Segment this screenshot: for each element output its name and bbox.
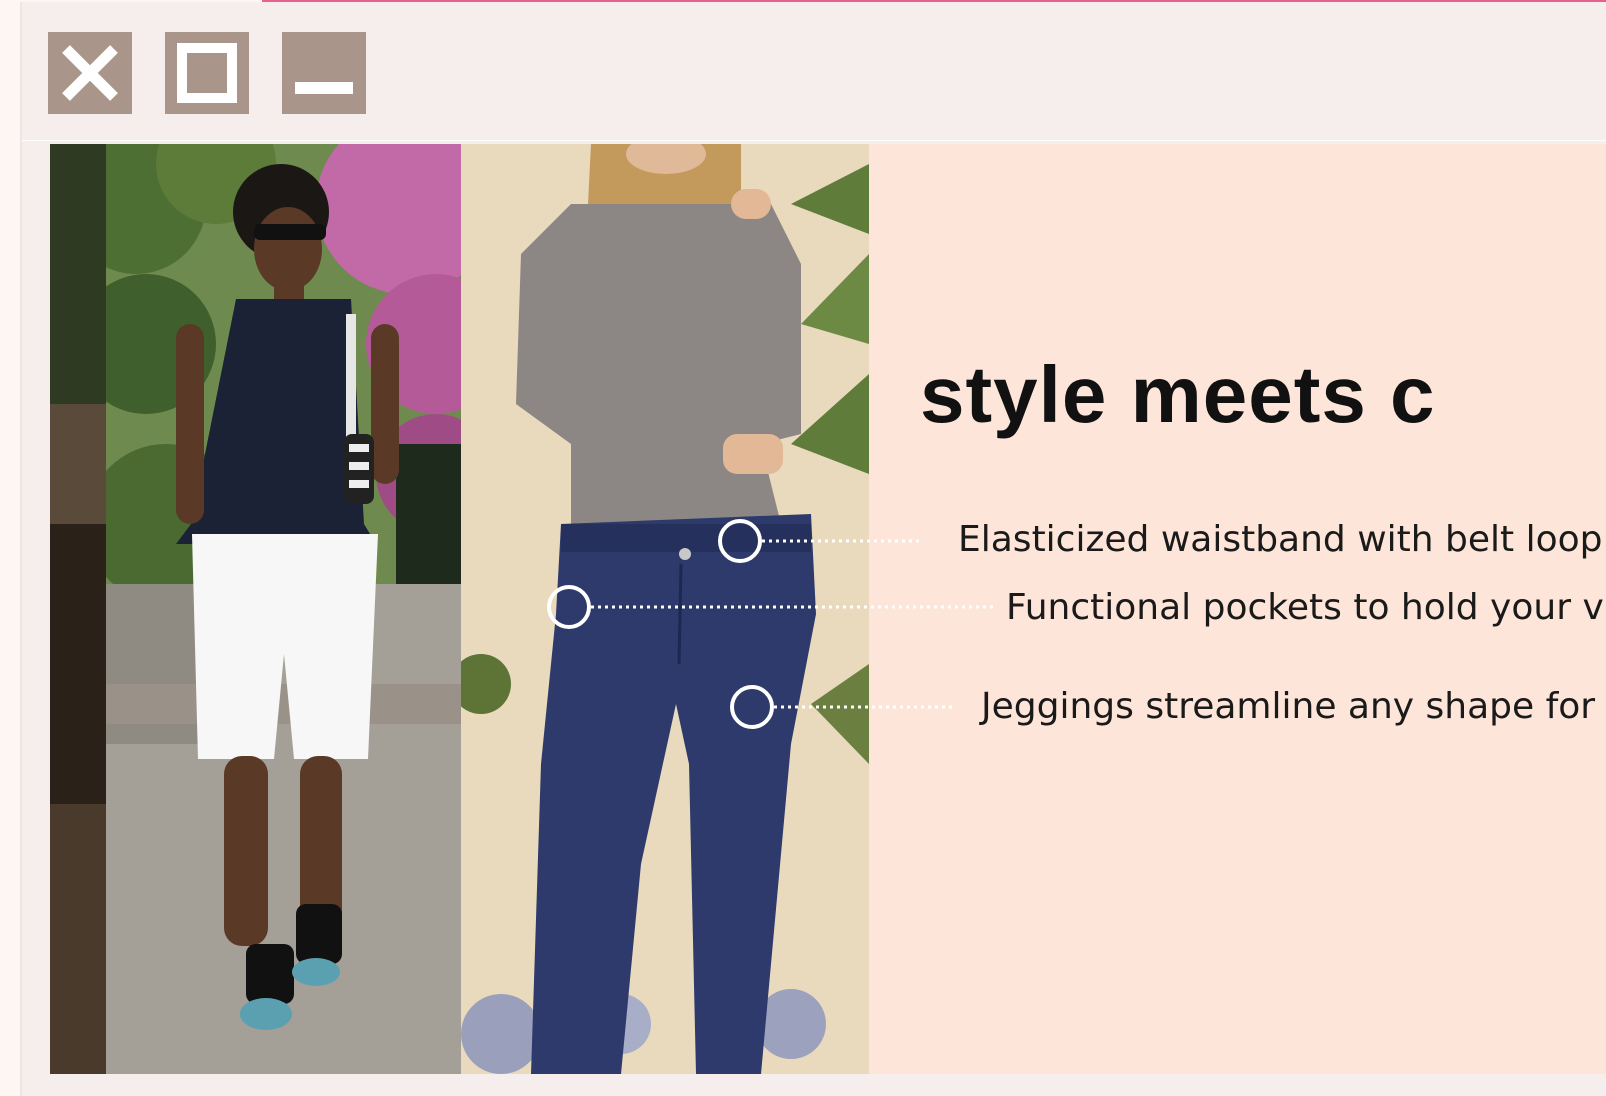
feature-pockets: Functional pockets to hold your v (1006, 587, 1604, 628)
product-banner: style meets c Elasticized waistband with… (50, 144, 1606, 1074)
close-button[interactable] (48, 32, 132, 114)
maximize-icon (177, 43, 237, 103)
maximize-button[interactable] (165, 32, 249, 114)
feature-streamline: Jeggings streamline any shape for (981, 686, 1596, 727)
feature-waistband: Elasticized waistband with belt loop (958, 519, 1603, 560)
minimize-button[interactable] (282, 32, 366, 114)
app-window: style meets c Elasticized waistband with… (20, 2, 1606, 1096)
minimize-icon (295, 82, 353, 94)
banner-headline: style meets c (920, 350, 1436, 439)
photo-edge-strip (50, 144, 106, 1074)
photo-woman-white-shorts (106, 144, 461, 1074)
close-icon (62, 45, 118, 101)
header-divider (22, 140, 1606, 141)
photo-woman-blue-jeggings (461, 144, 869, 1074)
